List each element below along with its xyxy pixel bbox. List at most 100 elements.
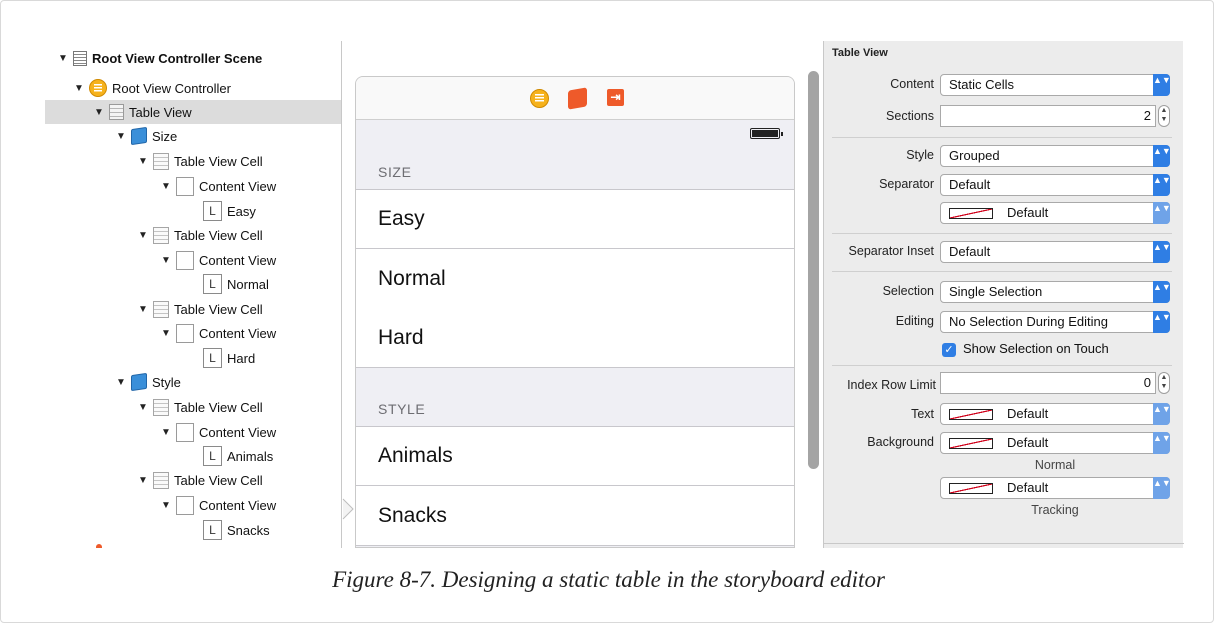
- table-cell[interactable]: Animals: [356, 426, 794, 486]
- sections-label: Sections: [886, 109, 934, 123]
- label-icon: L: [203, 446, 222, 466]
- disclosure-triangle-icon[interactable]: ▼: [160, 328, 172, 339]
- disclosure-triangle-icon[interactable]: ▼: [137, 156, 149, 167]
- outline-item-label: Table View: [129, 104, 192, 120]
- sections-field[interactable]: 2: [940, 105, 1156, 127]
- popup-arrows-icon: ▲▼: [1153, 311, 1171, 333]
- disclosure-triangle-icon[interactable]: ▼: [137, 475, 149, 486]
- exit-icon[interactable]: ⇥: [607, 89, 624, 106]
- disclosure-triangle-icon[interactable]: ▼: [115, 131, 127, 142]
- canvas-scrollbar[interactable]: [808, 71, 819, 469]
- label-icon: L: [203, 274, 222, 294]
- outline-row-content-view[interactable]: ▼ Content View: [45, 493, 341, 517]
- disclosure-triangle-icon[interactable]: ▼: [73, 83, 85, 94]
- sections-stepper[interactable]: ▲ ▼: [1158, 105, 1170, 127]
- outline-row-table-cell[interactable]: ▼ Table View Cell: [45, 297, 341, 321]
- disclosure-triangle-icon[interactable]: ▼: [93, 107, 105, 118]
- document-outline[interactable]: ▼ Root View Controller Scene ▼ Root View…: [45, 43, 341, 546]
- outline-item-label: Table View Cell: [174, 153, 263, 169]
- separator-color-popup[interactable]: Default ▲▼: [940, 202, 1171, 224]
- text-color-value: Default: [1007, 406, 1049, 421]
- outline-row-label[interactable]: L Animals: [45, 444, 341, 468]
- first-responder-icon[interactable]: [568, 87, 587, 110]
- outline-row-label[interactable]: L Normal: [45, 272, 341, 296]
- section-header: SIZE: [378, 164, 412, 180]
- selection-popup[interactable]: Single Selection ▲▼: [940, 281, 1171, 303]
- disclosure-triangle-icon[interactable]: ▼: [137, 304, 149, 315]
- separator-inset-value: Default: [949, 244, 991, 259]
- style-label: Style: [906, 148, 934, 162]
- style-popup[interactable]: Grouped ▲▼: [940, 145, 1171, 167]
- outline-item-label: Content View: [199, 424, 277, 440]
- view-icon: [176, 422, 194, 442]
- label-icon: L: [203, 201, 222, 221]
- outline-item-label: Root View Controller Scene: [92, 50, 263, 66]
- index-row-limit-stepper[interactable]: ▲ ▼: [1158, 372, 1170, 394]
- divider: [832, 365, 1172, 366]
- outline-item-label: Size: [152, 128, 178, 144]
- divider: [832, 271, 1172, 272]
- outline-item-label: Content View: [199, 497, 277, 513]
- outline-row-content-view[interactable]: ▼ Content View: [45, 248, 341, 272]
- outline-row-table-view[interactable]: ▼ Table View: [45, 100, 341, 124]
- view-controller-icon: [89, 79, 107, 97]
- separator-popup[interactable]: Default ▲▼: [940, 174, 1171, 196]
- table-cell-icon: [153, 471, 169, 489]
- outline-row-content-view[interactable]: ▼ Content View: [45, 420, 341, 444]
- normal-caption: Normal: [1034, 458, 1076, 472]
- cell-label: Normal: [378, 267, 446, 290]
- table-cell[interactable]: Easy: [356, 189, 794, 249]
- outline-row-content-view[interactable]: ▼ Content View: [45, 321, 341, 345]
- popup-arrows-icon: ▲▼: [1153, 403, 1171, 425]
- outline-item-label: Table View Cell: [174, 399, 263, 415]
- disclosure-triangle-icon[interactable]: ▼: [160, 255, 172, 266]
- table-cell[interactable]: Normal: [356, 249, 794, 309]
- outline-row-view-controller[interactable]: ▼ Root View Controller: [45, 76, 341, 100]
- table-cell[interactable]: Hard: [356, 308, 794, 368]
- disclosure-triangle-icon[interactable]: ▼: [160, 500, 172, 511]
- outline-row-table-cell[interactable]: ▼ Table View Cell: [45, 223, 341, 247]
- separator-inset-label: Separator Inset: [848, 244, 934, 258]
- separator-inset-popup[interactable]: Default ▲▼: [940, 241, 1171, 263]
- outline-divider[interactable]: [341, 41, 342, 548]
- index-row-limit-field[interactable]: 0: [940, 372, 1156, 394]
- disclosure-triangle-icon[interactable]: ▼: [57, 53, 69, 64]
- outline-row-content-view[interactable]: ▼ Content View: [45, 174, 341, 198]
- disclosure-triangle-icon[interactable]: ▼: [160, 427, 172, 438]
- section-cube-icon: [131, 372, 147, 392]
- cell-label: Animals: [378, 444, 453, 467]
- disclosure-triangle-icon[interactable]: ▼: [160, 181, 172, 192]
- outline-row-table-cell[interactable]: ▼ Table View Cell: [45, 149, 341, 173]
- disclosure-triangle-icon[interactable]: ▼: [137, 230, 149, 241]
- attributes-inspector: Table View Content Static Cells ▲▼ Secti…: [823, 41, 1184, 548]
- separator-label: Separator: [879, 177, 934, 191]
- disclosure-triangle-icon[interactable]: ▼: [137, 402, 149, 413]
- popup-arrows-icon: ▲▼: [1153, 241, 1171, 263]
- content-popup[interactable]: Static Cells ▲▼: [940, 74, 1171, 96]
- disclosure-triangle-icon[interactable]: ▼: [115, 377, 127, 388]
- section-cube-icon: [131, 126, 147, 146]
- outline-row-section-style[interactable]: ▼ Style: [45, 370, 341, 394]
- popup-arrows-icon: ▲▼: [1153, 174, 1171, 196]
- outline-row-section-size[interactable]: ▼ Size: [45, 124, 341, 148]
- outline-row-table-cell[interactable]: ▼ Table View Cell: [45, 468, 341, 492]
- divider: [832, 233, 1172, 234]
- outline-row-label[interactable]: L Hard: [45, 346, 341, 370]
- table-cell[interactable]: Snacks: [356, 486, 794, 546]
- text-color-popup[interactable]: Default ▲▼: [940, 403, 1171, 425]
- editing-value: No Selection During Editing: [949, 314, 1108, 329]
- outline-item-label: Content View: [199, 252, 277, 268]
- outline-row-table-cell[interactable]: ▼ Table View Cell: [45, 395, 341, 419]
- outline-row-scene[interactable]: ▼ Root View Controller Scene: [45, 46, 341, 70]
- view-controller-icon[interactable]: [530, 89, 549, 108]
- outline-row-label[interactable]: L Snacks: [45, 518, 341, 542]
- color-swatch-icon: [949, 483, 993, 495]
- tracking-color-popup[interactable]: Default ▲▼: [940, 477, 1171, 499]
- editing-popup[interactable]: No Selection During Editing ▲▼: [940, 311, 1171, 333]
- tracking-color-value: Default: [1007, 480, 1049, 495]
- background-color-popup[interactable]: Default ▲▼: [940, 432, 1171, 454]
- outline-row-label[interactable]: L Easy: [45, 199, 341, 223]
- storyboard-scene[interactable]: ⇥ SIZE Easy Normal Hard STYLE Animals Sn…: [355, 76, 795, 548]
- index-row-limit-label: Index Row Limit: [847, 378, 936, 392]
- show-selection-checkbox[interactable]: ✓: [942, 343, 956, 357]
